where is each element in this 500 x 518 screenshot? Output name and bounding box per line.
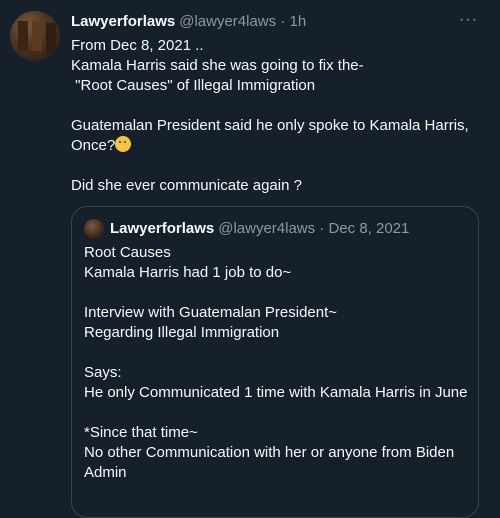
- quoted-line: Admin: [84, 464, 127, 481]
- quoted-line: Interview with Guatemalan President~: [84, 304, 338, 321]
- tweet-line: [71, 156, 491, 176]
- quoted-line: [84, 283, 474, 303]
- more-options-icon[interactable]: ···: [459, 12, 478, 28]
- quoted-line: Regarding Illegal Immigration: [84, 324, 280, 341]
- tweet-header: Lawyerforlaws @lawyer4laws · 1h: [71, 12, 486, 34]
- quoted-line: Kamala Harris had 1 job to do~: [84, 264, 292, 281]
- author-name[interactable]: Lawyerforlaws: [71, 13, 175, 30]
- tweet-line: [71, 96, 491, 116]
- quoted-tweet-header: Lawyerforlaws @lawyer4laws · Dec 8, 2021: [110, 219, 409, 239]
- tweet-line-text: Once?: [71, 137, 116, 154]
- tweet-line: "Root Causes" of Illegal Immigration: [71, 77, 316, 94]
- tweet-line: From Dec 8, 2021 ..: [71, 37, 204, 54]
- quoted-line: He only Communicated 1 time with Kamala …: [84, 384, 468, 401]
- tweet-line: Kamala Harris said she was going to fix …: [71, 57, 364, 74]
- quoted-author-handle-date: @lawyer4laws · Dec 8, 2021: [218, 220, 410, 237]
- quoted-tweet-text: Root Causes Kamala Harris had 1 job to d…: [84, 243, 474, 483]
- quoted-line: *Since that time~: [84, 424, 198, 441]
- author-avatar[interactable]: [10, 11, 60, 61]
- quoted-author-name: Lawyerforlaws: [110, 220, 215, 237]
- tweet-line: Guatemalan President said he only spoke …: [71, 117, 469, 134]
- quoted-author-avatar: [84, 219, 104, 239]
- quoted-line: [84, 343, 474, 363]
- quoted-line: Says:: [84, 364, 122, 381]
- thinking-face-icon: [115, 136, 132, 152]
- tweet-line: Once?: [71, 136, 491, 156]
- quoted-tweet[interactable]: Lawyerforlaws @lawyer4laws · Dec 8, 2021 …: [71, 206, 479, 518]
- tweet-line: Did she ever communicate again ?: [71, 177, 302, 194]
- quoted-line: No other Communication with her or anyon…: [84, 444, 455, 461]
- quoted-line: [84, 403, 474, 423]
- tweet-text: From Dec 8, 2021 .. Kamala Harris said s…: [71, 36, 491, 196]
- quoted-line: Root Causes: [84, 244, 171, 261]
- author-handle-time[interactable]: @lawyer4laws · 1h: [179, 13, 306, 30]
